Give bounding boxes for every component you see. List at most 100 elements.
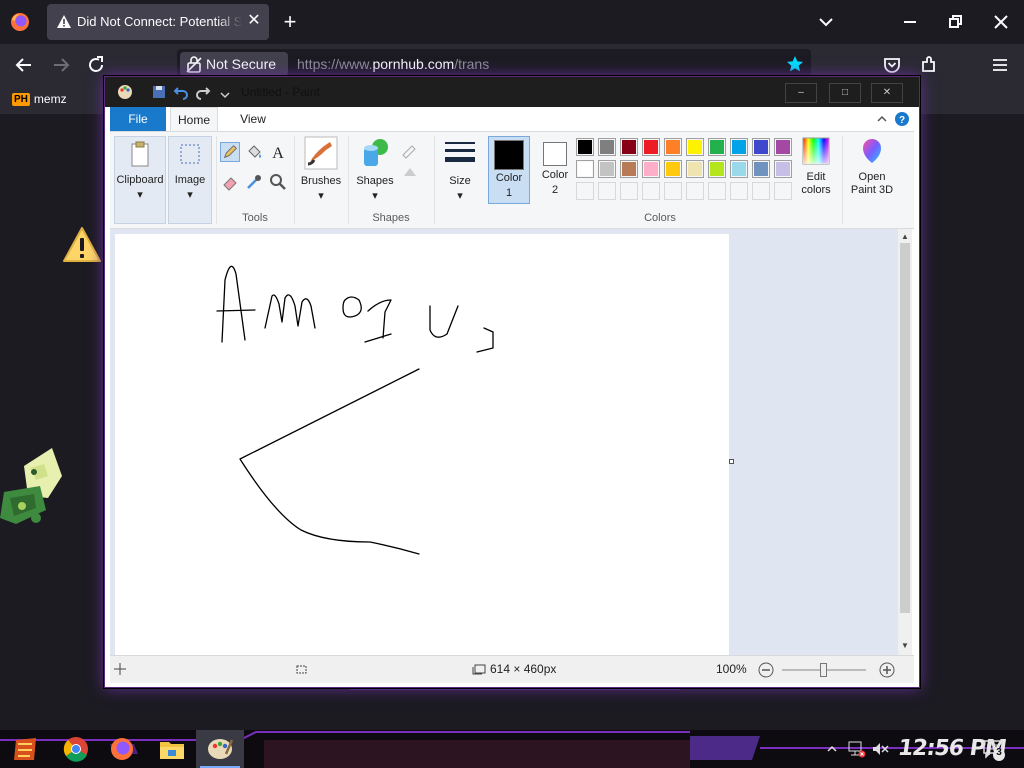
pocket-icon[interactable]	[881, 54, 903, 76]
redo-icon[interactable]	[195, 84, 211, 100]
zoom-in-icon[interactable]	[879, 662, 895, 678]
back-arrow-icon[interactable]	[13, 54, 35, 76]
volume-muted-icon[interactable]	[870, 740, 890, 758]
shape-fill-icon[interactable]	[400, 162, 420, 182]
scroll-down-icon[interactable]: ▼	[901, 641, 909, 650]
palette-swatch[interactable]	[598, 138, 616, 156]
palette-swatch[interactable]	[752, 160, 770, 178]
new-tab-button[interactable]: +	[280, 10, 300, 34]
color1-button[interactable]: Color 1	[488, 136, 530, 204]
palette-swatch[interactable]	[642, 160, 660, 178]
palette-swatch[interactable]	[730, 160, 748, 178]
color-picker-icon[interactable]	[244, 172, 264, 192]
palette-empty-swatch[interactable]	[598, 182, 616, 200]
canvas-size-icon	[472, 664, 486, 675]
magnifier-icon[interactable]	[268, 172, 288, 192]
palette-swatch[interactable]	[598, 160, 616, 178]
palette-empty-swatch[interactable]	[576, 182, 594, 200]
save-icon[interactable]	[151, 84, 167, 100]
active-tab[interactable]: Did Not Connect: Potential Security Issu…	[47, 4, 269, 40]
help-icon[interactable]: ?	[894, 111, 910, 127]
undo-icon[interactable]	[173, 84, 189, 100]
security-label: Not Secure	[206, 56, 277, 72]
palette-swatch[interactable]	[730, 138, 748, 156]
canvas-resize-handle[interactable]	[729, 459, 734, 464]
palette-empty-swatch[interactable]	[664, 182, 682, 200]
scroll-up-icon[interactable]: ▲	[901, 232, 909, 241]
palette-swatch[interactable]	[642, 138, 660, 156]
chrome-icon[interactable]	[58, 734, 94, 764]
forward-arrow-icon[interactable]	[50, 54, 72, 76]
palette-swatch[interactable]	[664, 138, 682, 156]
broken-lock-icon	[186, 56, 202, 73]
scrollbar-thumb[interactable]	[900, 243, 910, 613]
tab-view[interactable]: View	[228, 107, 278, 131]
paint-minimize-button[interactable]: –	[785, 83, 817, 103]
paint-taskbar-button[interactable]	[196, 730, 244, 768]
color2-swatch	[543, 142, 567, 166]
palette-swatch[interactable]	[774, 138, 792, 156]
outline-icon[interactable]	[400, 140, 420, 160]
zoom-out-icon[interactable]	[758, 662, 774, 678]
palette-swatch[interactable]	[664, 160, 682, 178]
clipboard-button[interactable]: Clipboard ▾	[114, 136, 166, 224]
not-secure-indicator[interactable]: Not Secure	[180, 52, 288, 76]
bookmark-star-icon[interactable]	[786, 55, 804, 73]
network-icon[interactable]	[846, 740, 866, 758]
firefox-icon[interactable]	[10, 12, 30, 32]
palette-swatch[interactable]	[752, 138, 770, 156]
paint-maximize-button[interactable]: □	[829, 83, 861, 103]
palette-swatch[interactable]	[774, 160, 792, 178]
paint-app-icon[interactable]	[117, 84, 133, 100]
collapse-ribbon-icon[interactable]	[876, 113, 888, 125]
open-paint3d-button[interactable]: Open Paint 3D	[846, 136, 898, 208]
list-all-tabs-icon[interactable]	[816, 12, 836, 32]
image-button[interactable]: Image ▾	[168, 136, 212, 224]
palette-empty-swatch[interactable]	[686, 182, 704, 200]
tab-file[interactable]: File	[110, 107, 166, 131]
palette-empty-swatch[interactable]	[752, 182, 770, 200]
palette-empty-swatch[interactable]	[730, 182, 748, 200]
url-text[interactable]: https://www.pornhub.com/trans	[297, 56, 489, 72]
firefox-taskbar-icon[interactable]	[104, 734, 140, 764]
brushes-button[interactable]: Brushes ▾	[298, 136, 344, 208]
hamburger-menu-icon[interactable]	[989, 54, 1011, 76]
palette-swatch[interactable]	[620, 160, 638, 178]
palette-empty-swatch[interactable]	[708, 182, 726, 200]
text-tool-icon[interactable]: A	[268, 142, 288, 162]
edit-colors-button[interactable]: Edit colors	[794, 136, 838, 208]
restore-icon[interactable]	[943, 10, 967, 34]
fill-bucket-icon[interactable]	[244, 142, 264, 162]
minimize-icon[interactable]	[898, 10, 922, 34]
vertical-scrollbar[interactable]: ▲ ▼	[898, 229, 912, 655]
file-explorer-icon[interactable]	[154, 734, 190, 764]
tray-chevron-up-icon[interactable]	[826, 743, 838, 755]
url-path: /trans	[454, 56, 490, 72]
eraser-icon[interactable]	[220, 172, 240, 192]
color2-button[interactable]: Color 2	[534, 136, 576, 204]
palette-swatch[interactable]	[686, 138, 704, 156]
palette-swatch[interactable]	[708, 160, 726, 178]
palette-swatch[interactable]	[620, 138, 638, 156]
customize-qat-icon[interactable]	[217, 84, 233, 100]
start-button-icon[interactable]	[8, 734, 44, 764]
extensions-icon[interactable]	[918, 54, 940, 76]
pencil-icon[interactable]	[220, 142, 240, 162]
close-tab-icon[interactable]: ✕	[245, 12, 263, 30]
palette-swatch[interactable]	[576, 160, 594, 178]
palette-swatch[interactable]	[708, 138, 726, 156]
tab-home[interactable]: Home	[170, 107, 218, 131]
palette-empty-swatch[interactable]	[620, 182, 638, 200]
palette-swatch[interactable]	[576, 138, 594, 156]
drawing-canvas[interactable]	[115, 234, 729, 655]
paint-close-button[interactable]: ✕	[871, 83, 903, 103]
palette-swatch[interactable]	[686, 160, 704, 178]
shapes-button[interactable]: Shapes ▾	[352, 136, 398, 208]
paint-title-bar[interactable]: Untitled - Paint – □ ✕	[105, 77, 919, 107]
size-button[interactable]: Size ▾	[438, 136, 482, 208]
reload-icon[interactable]	[85, 54, 107, 76]
palette-empty-swatch[interactable]	[642, 182, 660, 200]
zoom-slider-thumb[interactable]	[820, 663, 827, 677]
palette-empty-swatch[interactable]	[774, 182, 792, 200]
close-window-icon[interactable]	[989, 10, 1013, 34]
